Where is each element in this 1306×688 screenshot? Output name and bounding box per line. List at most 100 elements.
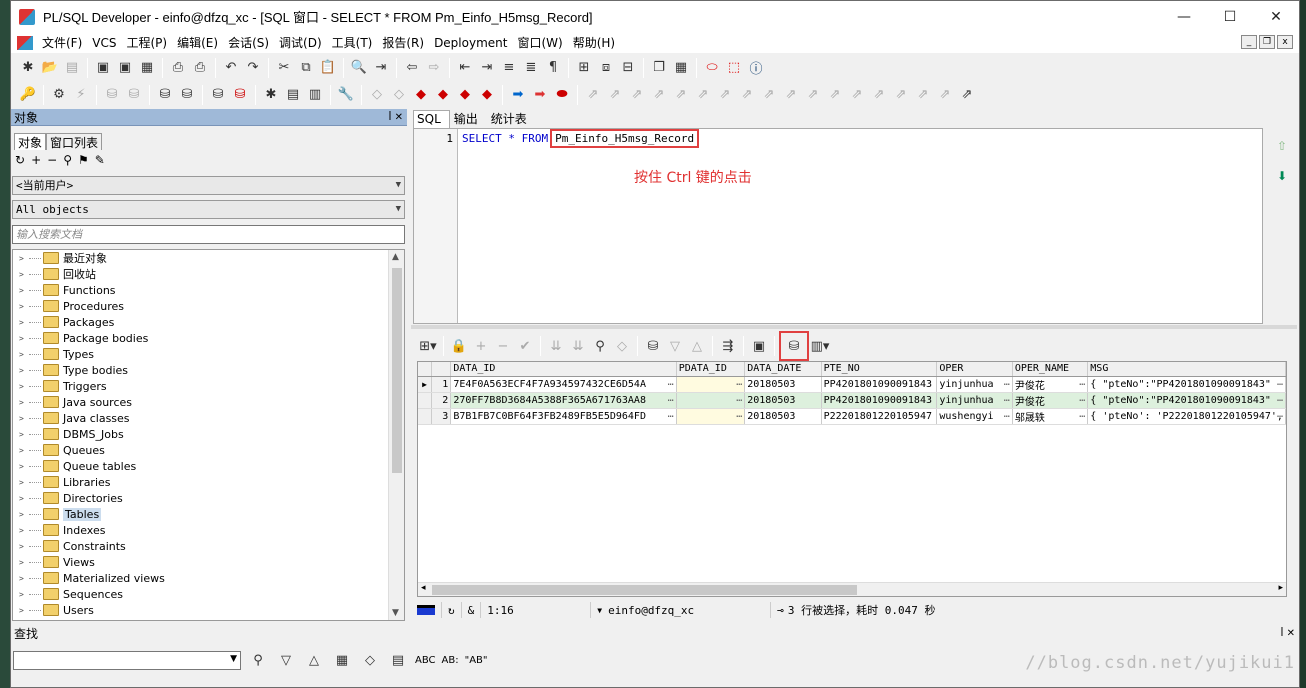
print-setup-icon[interactable]: ⎙ — [189, 57, 211, 79]
highlight-all-icon[interactable]: ▦ — [331, 649, 353, 671]
export-icon[interactable]: ⇶ — [717, 335, 739, 357]
table-cell[interactable]: { "pteNo":"PP4201801090091843"… — [1087, 392, 1286, 409]
table-cell[interactable]: … — [676, 392, 746, 409]
col-header[interactable]: PDATA_ID — [676, 362, 746, 377]
uncomment-icon[interactable]: ≣ — [520, 57, 542, 79]
filter-edit-icon[interactable]: ✎ — [95, 153, 105, 167]
tree-item[interactable]: > Packages — [13, 314, 404, 330]
expand-icon[interactable]: > — [19, 526, 29, 535]
expand-icon[interactable]: > — [19, 574, 29, 583]
indent-icon[interactable]: ⇤ — [454, 57, 476, 79]
lock-icon[interactable]: 🔒 — [448, 335, 470, 357]
clear-highlight-icon[interactable]: ◇ — [359, 649, 381, 671]
save-icon[interactable]: ▣ — [92, 57, 114, 79]
new-icon[interactable]: ✱ — [17, 57, 39, 79]
expand-icon[interactable]: > — [19, 542, 29, 551]
remove-icon[interactable]: − — [47, 153, 57, 167]
table-cell[interactable]: 20180503 — [744, 408, 822, 425]
save-as-icon[interactable]: ▣ — [114, 57, 136, 79]
expand-icon[interactable]: > — [19, 350, 29, 359]
paste-icon[interactable]: 📋 — [317, 57, 339, 79]
pdf-icon[interactable]: ⬚ — [723, 57, 745, 79]
cell-ellipsis-button[interactable]: … — [736, 377, 742, 388]
step-icon-12[interactable]: ⇗ — [824, 84, 846, 106]
find-options-icon[interactable]: ▤ — [387, 649, 409, 671]
expand-icon[interactable]: > — [19, 270, 29, 279]
format-icon[interactable]: ¶ — [542, 57, 564, 79]
menu-deployment[interactable]: Deployment — [429, 36, 512, 50]
table-cell[interactable]: B7B1FB7C0BF64F3FB2489FB5E5D964FD… — [450, 408, 677, 425]
fetch-next-icon[interactable]: ⇊ — [545, 335, 567, 357]
print-icon[interactable]: ⎙ — [167, 57, 189, 79]
step-icon-14[interactable]: ⇗ — [868, 84, 890, 106]
mdi-icon[interactable] — [17, 35, 33, 50]
tree-item[interactable]: > Queue tables — [13, 458, 404, 474]
cell-ellipsis-button[interactable]: … — [1277, 393, 1283, 404]
scroll-thumb[interactable] — [432, 585, 857, 595]
cell-ellipsis-button[interactable]: … — [668, 409, 674, 420]
clear-icon[interactable]: ◇ — [611, 335, 633, 357]
col-header[interactable]: DATA_DATE — [744, 362, 822, 377]
col-header[interactable]: MSG — [1087, 362, 1286, 377]
step-icon-13[interactable]: ⇗ — [846, 84, 868, 106]
next-arrow-icon[interactable]: ➡ — [507, 84, 529, 106]
window-tile-icon[interactable]: ⊞ — [573, 57, 595, 79]
tree-item[interactable]: > Queues — [13, 442, 404, 458]
find-next-icon[interactable]: ⇥ — [370, 57, 392, 79]
grid-find-icon[interactable]: ⚲ — [589, 335, 611, 357]
menu-reports[interactable]: 报告(R) — [377, 34, 429, 51]
fetch-last-icon[interactable]: ⇊ — [567, 335, 589, 357]
chart-icon[interactable]: ▥▾ — [809, 335, 831, 357]
match-case-toggle[interactable]: ABC — [415, 655, 436, 666]
expand-icon[interactable]: > — [19, 430, 29, 439]
col-header[interactable]: PTE_NO — [821, 362, 938, 377]
menu-vcs[interactable]: VCS — [87, 36, 121, 50]
step-icon-8[interactable]: ⇗ — [736, 84, 758, 106]
breakpoint3-icon[interactable]: ◆ — [454, 84, 476, 106]
maximize-button[interactable]: ☐ — [1207, 1, 1253, 32]
scroll-up-icon[interactable]: ▲ — [392, 252, 399, 262]
stop-icon[interactable]: ⬬ — [551, 84, 573, 106]
sort-desc-icon[interactable]: ▽ — [664, 335, 686, 357]
cell-ellipsis-button[interactable]: … — [1004, 393, 1010, 404]
run-arrow-icon[interactable]: ➡ — [529, 84, 551, 106]
tree-item[interactable]: > Libraries — [13, 474, 404, 490]
expand-icon[interactable]: > — [19, 398, 29, 407]
key-icon[interactable]: 🔑 — [17, 84, 39, 106]
highlighted-db-button[interactable]: ⛁ — [779, 331, 809, 361]
info-icon[interactable]: ⓘ — [745, 57, 767, 79]
expand-icon[interactable]: > — [19, 462, 29, 471]
arrow-down-icon[interactable]: ⬇ — [1277, 169, 1287, 183]
cell-ellipsis-button[interactable]: … — [1079, 377, 1085, 388]
grid-select-icon[interactable]: ⊞▾ — [417, 335, 439, 357]
tree-item[interactable]: > 最近对象 — [13, 250, 404, 266]
expand-icon[interactable]: > — [19, 606, 29, 615]
find-icon[interactable]: 🔍 — [348, 57, 370, 79]
table-cell[interactable]: 7E4F0A563ECF4F7A934597432CE6D54A… — [450, 376, 677, 393]
scroll-thumb[interactable] — [392, 268, 402, 473]
mdi-close-button[interactable]: x — [1277, 35, 1293, 49]
expand-icon[interactable]: > — [19, 414, 29, 423]
commit-icon[interactable]: ⛁ — [207, 84, 229, 106]
tree-item[interactable]: > Functions — [13, 282, 404, 298]
connection-info[interactable]: ▼ einfo@dfzq_xc — [591, 602, 772, 618]
object-type-combo[interactable]: All objects ▼ — [12, 200, 405, 219]
expand-icon[interactable]: > — [19, 318, 29, 327]
cell-ellipsis-button[interactable]: … — [1079, 409, 1085, 420]
expand-icon[interactable]: > — [19, 590, 29, 599]
tree-item[interactable]: > Types — [13, 346, 404, 362]
step-icon-17[interactable]: ⇗ — [934, 84, 956, 106]
tree-item[interactable]: > Procedures — [13, 298, 404, 314]
menu-help[interactable]: 帮助(H) — [568, 34, 620, 51]
tab-objects[interactable]: 对象 — [14, 133, 47, 150]
tree-vertical-scrollbar[interactable]: ▲ ▼ — [388, 250, 404, 620]
post-icon[interactable]: ✔ — [514, 335, 536, 357]
step-icon-11[interactable]: ⇗ — [802, 84, 824, 106]
table-cell[interactable]: 270FF7B8D3684A5388F365A671763AA8… — [450, 392, 677, 409]
mdi-restore-button[interactable]: ❐ — [1259, 35, 1275, 49]
window-arrange-icon[interactable]: ⊟ — [617, 57, 639, 79]
oracle-icon[interactable]: ⬭ — [701, 57, 723, 79]
tree-item[interactable]: > Sequences — [13, 586, 404, 602]
tree-item[interactable]: > Constraints — [13, 538, 404, 554]
expand-icon[interactable]: > — [19, 558, 29, 567]
